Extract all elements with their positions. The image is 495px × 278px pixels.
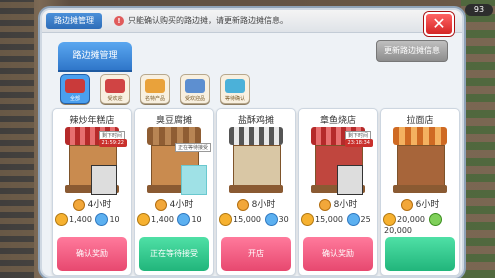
- clock-icon: [154, 198, 167, 211]
- category-tab-popular[interactable]: 受欢迎: [100, 74, 130, 104]
- gem-icon: [428, 213, 442, 226]
- category-tab-specialty[interactable]: 名特产品: [140, 74, 170, 104]
- confirm-reward-button[interactable]: 确认奖励: [303, 237, 373, 271]
- stall-icon: [65, 79, 85, 93]
- open-stall-button[interactable]: 开店: [221, 237, 291, 271]
- close-button[interactable]: ✕: [424, 12, 454, 36]
- stall-card: 章鱼烧店 剩下时间 23:18:34 8小时 15,000 25 确认奖励: [298, 108, 378, 276]
- coin-icon: [137, 213, 150, 226]
- people-icon: [185, 79, 205, 93]
- stall-action-button[interactable]: [385, 237, 455, 271]
- stall-rewards: 1,400 10: [137, 213, 211, 227]
- clock-icon: [72, 198, 85, 211]
- header-tab: 路边摊管理: [46, 13, 102, 29]
- remaining-time: 21:59:22: [98, 139, 127, 147]
- stall-image: [393, 127, 447, 193]
- background-scenery-right: [461, 0, 495, 278]
- exp-reward: 20,000: [384, 226, 412, 235]
- exp-reward: 30: [278, 215, 289, 224]
- category-tab-all[interactable]: 全部: [60, 74, 90, 104]
- clock-icon: [236, 198, 249, 211]
- stall-name: 辣炒年糕店: [69, 116, 115, 126]
- coin-reward: 1,400: [69, 215, 92, 224]
- stall-card: 拉面店 6小时 20,000 20,000: [380, 108, 460, 276]
- clock-icon: [400, 198, 413, 211]
- book-icon: [225, 79, 245, 93]
- vendor-portrait: [337, 165, 363, 195]
- update-info-button[interactable]: 更新路边摊信息: [376, 40, 448, 62]
- stall-card: 臭豆腐摊 正在等待接受 4小时 1,400 10 正在等待接受: [134, 108, 214, 276]
- tab-stall-management[interactable]: 路边摊管理: [58, 42, 132, 70]
- stall-image: [229, 127, 283, 193]
- score-badge: 93: [465, 4, 493, 16]
- category-tab-label: 名特产品: [144, 96, 165, 102]
- header-notice: 只能确认购买的路边摊，请更新路边摊信息。: [128, 16, 288, 25]
- shop-icon: [105, 79, 125, 93]
- category-tab-waiting[interactable]: 等待确认: [220, 74, 250, 104]
- category-tab-label: 受欢迎: [107, 96, 123, 102]
- category-tabs: 全部 受欢迎 名特产品 受欢迎品 等待确认: [60, 74, 448, 106]
- stall-card: 盐酥鸡摊 8小时 15,000 30 开店: [216, 108, 296, 276]
- category-tab-label: 全部: [69, 96, 80, 102]
- stall-rewards: 15,000 30: [219, 213, 293, 227]
- vendor-portrait-placeholder: [181, 165, 207, 195]
- remaining-time: 23:18:34: [344, 139, 373, 147]
- stall-duration: 8小时: [299, 197, 377, 211]
- stall-rewards: 1,400 10: [55, 213, 129, 227]
- coin-reward: 15,000: [233, 215, 261, 224]
- stall-image: [147, 127, 207, 195]
- stall-name: 臭豆腐摊: [155, 116, 192, 126]
- stall-duration: 8小时: [217, 197, 295, 211]
- category-tab-favored[interactable]: 受欢迎品: [180, 74, 210, 104]
- panel-header: 路边摊管理 ! 只能确认购买的路边摊，请更新路边摊信息。 ✕: [42, 10, 462, 36]
- experience-icon: [264, 213, 278, 226]
- exp-reward: 25: [360, 215, 371, 224]
- coin-reward: 20,000: [397, 215, 425, 224]
- category-tab-label: 等待确认: [224, 96, 245, 102]
- coin-icon: [301, 213, 314, 226]
- stall-name: 盐酥鸡摊: [237, 116, 274, 126]
- stall-rewards: 20,000 20,000: [383, 213, 457, 235]
- waiting-accept-button[interactable]: 正在等待接受: [139, 237, 209, 271]
- info-icon: !: [114, 16, 124, 26]
- stall-duration: 4小时: [135, 197, 213, 211]
- stall-name: 拉面店: [406, 116, 434, 126]
- stall-rewards: 15,000 25: [301, 213, 375, 227]
- stall-card-list: 辣炒年糕店 剩下时间 21:59:22 4小时 1,400 10 确认奖励 臭豆…: [52, 108, 462, 276]
- food-icon: [145, 79, 165, 93]
- stall-duration: 4小时: [53, 197, 131, 211]
- waiting-label: 正在等待接受: [174, 143, 211, 152]
- experience-icon: [346, 213, 360, 226]
- exp-reward: 10: [191, 215, 202, 224]
- experience-icon: [95, 213, 109, 226]
- coin-reward: 15,000: [315, 215, 343, 224]
- coin-reward: 1,400: [151, 215, 174, 224]
- confirm-reward-button[interactable]: 确认奖励: [57, 237, 127, 271]
- clock-icon: [318, 198, 331, 211]
- vendor-portrait: [91, 165, 117, 195]
- coin-icon: [219, 213, 232, 226]
- experience-icon: [177, 213, 191, 226]
- category-tab-label: 受欢迎品: [184, 96, 205, 102]
- background-scenery-left: [0, 0, 34, 278]
- stall-management-panel: 路边摊管理 ! 只能确认购买的路边摊，请更新路边摊信息。 ✕ 路边摊管理 更新路…: [40, 8, 464, 278]
- coin-icon: [383, 213, 396, 226]
- coin-icon: [55, 213, 68, 226]
- stall-card: 辣炒年糕店 剩下时间 21:59:22 4小时 1,400 10 确认奖励: [52, 108, 132, 276]
- exp-reward: 10: [109, 215, 120, 224]
- stall-duration: 6小时: [381, 197, 459, 211]
- stall-name: 章鱼烧店: [319, 116, 356, 126]
